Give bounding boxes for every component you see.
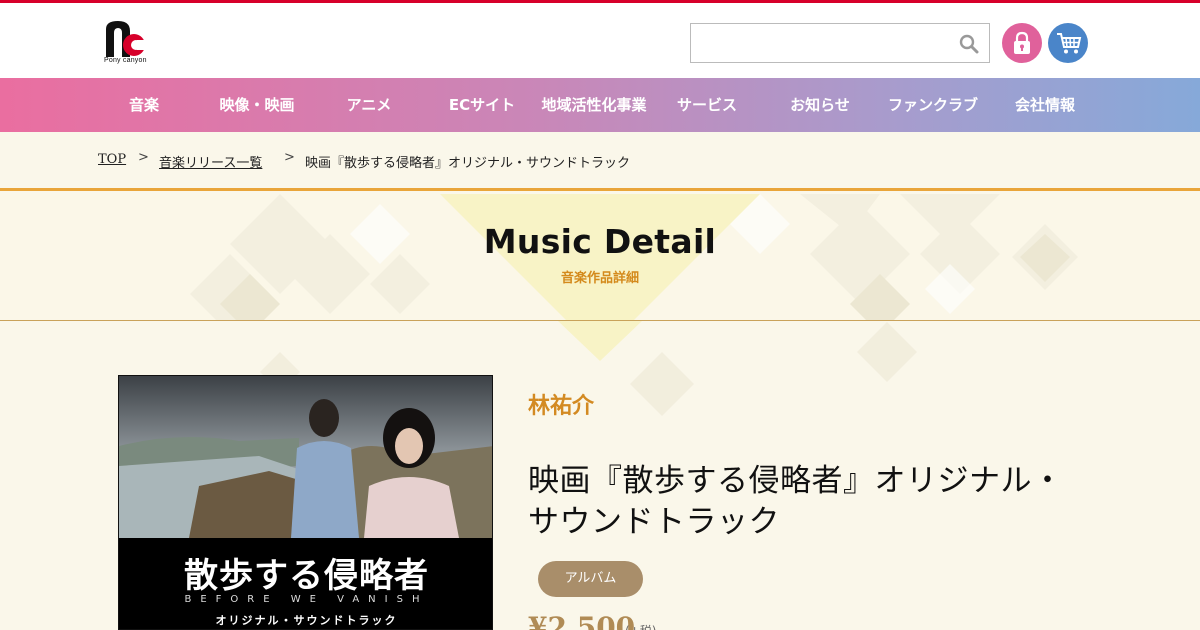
logo-text: Pony canyon: [104, 57, 147, 64]
format-badge: アルバム: [538, 561, 643, 597]
login-button[interactable]: [1002, 23, 1042, 63]
breadcrumb-top[interactable]: TOP: [98, 152, 126, 167]
search-icon[interactable]: [959, 34, 979, 54]
nav-item-services[interactable]: サービス: [651, 78, 763, 132]
cart-icon: [1057, 33, 1082, 54]
album-cover: 散歩する侵略者 BEFORE WE VANISH オリジナル・サウンドトラック: [118, 375, 493, 630]
nav-item-regional[interactable]: 地域活性化事業: [538, 78, 650, 132]
nav-item-video-film[interactable]: 映像・映画: [201, 78, 313, 132]
cover-subtitle: オリジナル・サウンドトラック: [215, 614, 398, 627]
nav-item-anime[interactable]: アニメ: [313, 78, 425, 132]
logo-mark-icon: [106, 21, 149, 57]
price: ¥2,500: [528, 611, 636, 630]
price-tax-note: (+税): [625, 622, 656, 630]
nav-item-fanclub[interactable]: ファンクラブ: [877, 78, 989, 132]
nav-item-music[interactable]: 音楽: [88, 78, 200, 132]
lock-icon: [1014, 31, 1030, 54]
hero-title: Music Detail: [483, 222, 717, 261]
ponycanyon-logo[interactable]: Pony canyon: [104, 19, 150, 69]
product-title-line-1: 映画『散歩する侵略者』オリジナル・: [528, 463, 1064, 499]
breadcrumb: TOP > 音楽リリース一覧 > 映画『散歩する侵略者』オリジナル・サウンドトラ…: [0, 132, 1200, 191]
product-title-line-2: サウンドトラック: [528, 504, 780, 540]
hero-subtitle: 音楽作品詳細: [560, 271, 639, 286]
cover-english-title: BEFORE WE VANISH: [184, 594, 429, 605]
page-hero: Music Detail 音楽作品詳細: [0, 194, 1200, 321]
nav-item-news[interactable]: お知らせ: [764, 78, 876, 132]
cover-photo: [119, 376, 492, 538]
artist-name[interactable]: 林祐介: [528, 388, 594, 420]
nav-item-company[interactable]: 会社情報: [989, 78, 1101, 132]
search-box[interactable]: [690, 23, 990, 63]
global-nav: 音楽 映像・映画 アニメ ECサイト 地域活性化事業 サービス お知らせ ファン…: [0, 78, 1200, 132]
site-header: Pony canyon: [0, 3, 1200, 78]
breadcrumb-current: 映画『散歩する侵略者』オリジナル・サウンドトラック: [305, 156, 631, 171]
breadcrumb-separator: >: [138, 150, 149, 165]
cart-button[interactable]: [1048, 23, 1088, 63]
nav-item-ec-site[interactable]: ECサイト: [426, 78, 538, 132]
cover-title: 散歩する侵略者: [184, 556, 429, 596]
search-input[interactable]: [691, 24, 951, 62]
breadcrumb-separator: >: [284, 150, 295, 165]
breadcrumb-music-list[interactable]: 音楽リリース一覧: [159, 152, 262, 171]
